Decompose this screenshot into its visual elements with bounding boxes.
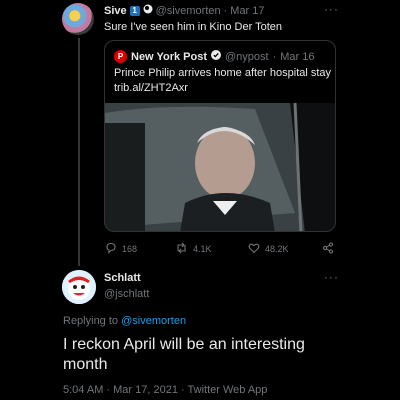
like-action[interactable]: 48.2K — [248, 242, 289, 256]
more-options-icon[interactable]: ··· — [324, 2, 339, 16]
sive-avatar[interactable] — [62, 3, 94, 35]
reply-icon — [105, 242, 117, 256]
quoted-tweet-card[interactable]: P New York Post @nypost · Mar 16 Prince … — [104, 40, 336, 232]
share-action[interactable] — [322, 242, 334, 256]
parent-tweet-text: Sure I've seen him in Kino Der Toten — [104, 21, 282, 33]
retweet-action[interactable]: 4.1K — [175, 242, 212, 256]
nypost-handle: @nypost — [225, 50, 269, 63]
quoted-tweet-header: P New York Post @nypost · Mar 16 — [114, 50, 315, 63]
quoted-tweet-date: Mar 16 — [280, 50, 315, 63]
reply-tweet-text: I reckon April will be an interesting mo… — [63, 336, 305, 373]
tweet-timestamp[interactable]: 5:04 AM · Mar 17, 2021 · Twitter Web App — [63, 384, 267, 396]
name-badge: 1 — [129, 5, 140, 16]
like-count: 48.2K — [265, 244, 289, 254]
quoted-headline: Prince Philip arrives home after hospita… — [114, 67, 332, 79]
news-photo-car-window[interactable] — [105, 102, 335, 231]
quoted-tweet-text: Prince Philip arrives home after hospita… — [114, 66, 331, 96]
nypost-display-name: New York Post — [131, 50, 208, 63]
separator-dot: · — [223, 4, 228, 17]
separator-dot: · — [272, 50, 277, 63]
replying-to-label: Replying to — [63, 315, 119, 327]
share-icon — [322, 242, 334, 256]
heart-icon — [248, 242, 260, 256]
reply-action[interactable]: 168 — [105, 242, 137, 256]
parent-tweet-date[interactable]: Mar 17 — [230, 5, 264, 17]
sive-display-name[interactable]: Sive — [104, 5, 127, 17]
schlatt-avatar[interactable] — [62, 270, 96, 304]
sive-handle[interactable]: @sivemorten — [156, 5, 221, 17]
replying-to-mention[interactable]: @sivemorten — [121, 315, 186, 327]
quoted-link[interactable]: trib.al/ZHT2Axr — [114, 81, 331, 96]
nypost-logo: P — [114, 50, 127, 63]
retweet-icon — [175, 242, 188, 256]
retweet-count: 4.1K — [193, 244, 212, 254]
reply-count: 168 — [122, 244, 138, 254]
more-options-icon[interactable]: ··· — [324, 270, 339, 284]
replying-to-line: Replying to @sivemorten — [63, 315, 186, 327]
globe-icon — [143, 4, 153, 17]
schlatt-handle[interactable]: @jschlatt — [104, 288, 149, 300]
parent-tweet-header: Sive 1 @sivemorten · Mar 17 — [104, 4, 265, 17]
schlatt-display-name[interactable]: Schlatt — [104, 272, 141, 284]
thread-line — [78, 38, 80, 266]
verified-icon — [211, 50, 222, 63]
